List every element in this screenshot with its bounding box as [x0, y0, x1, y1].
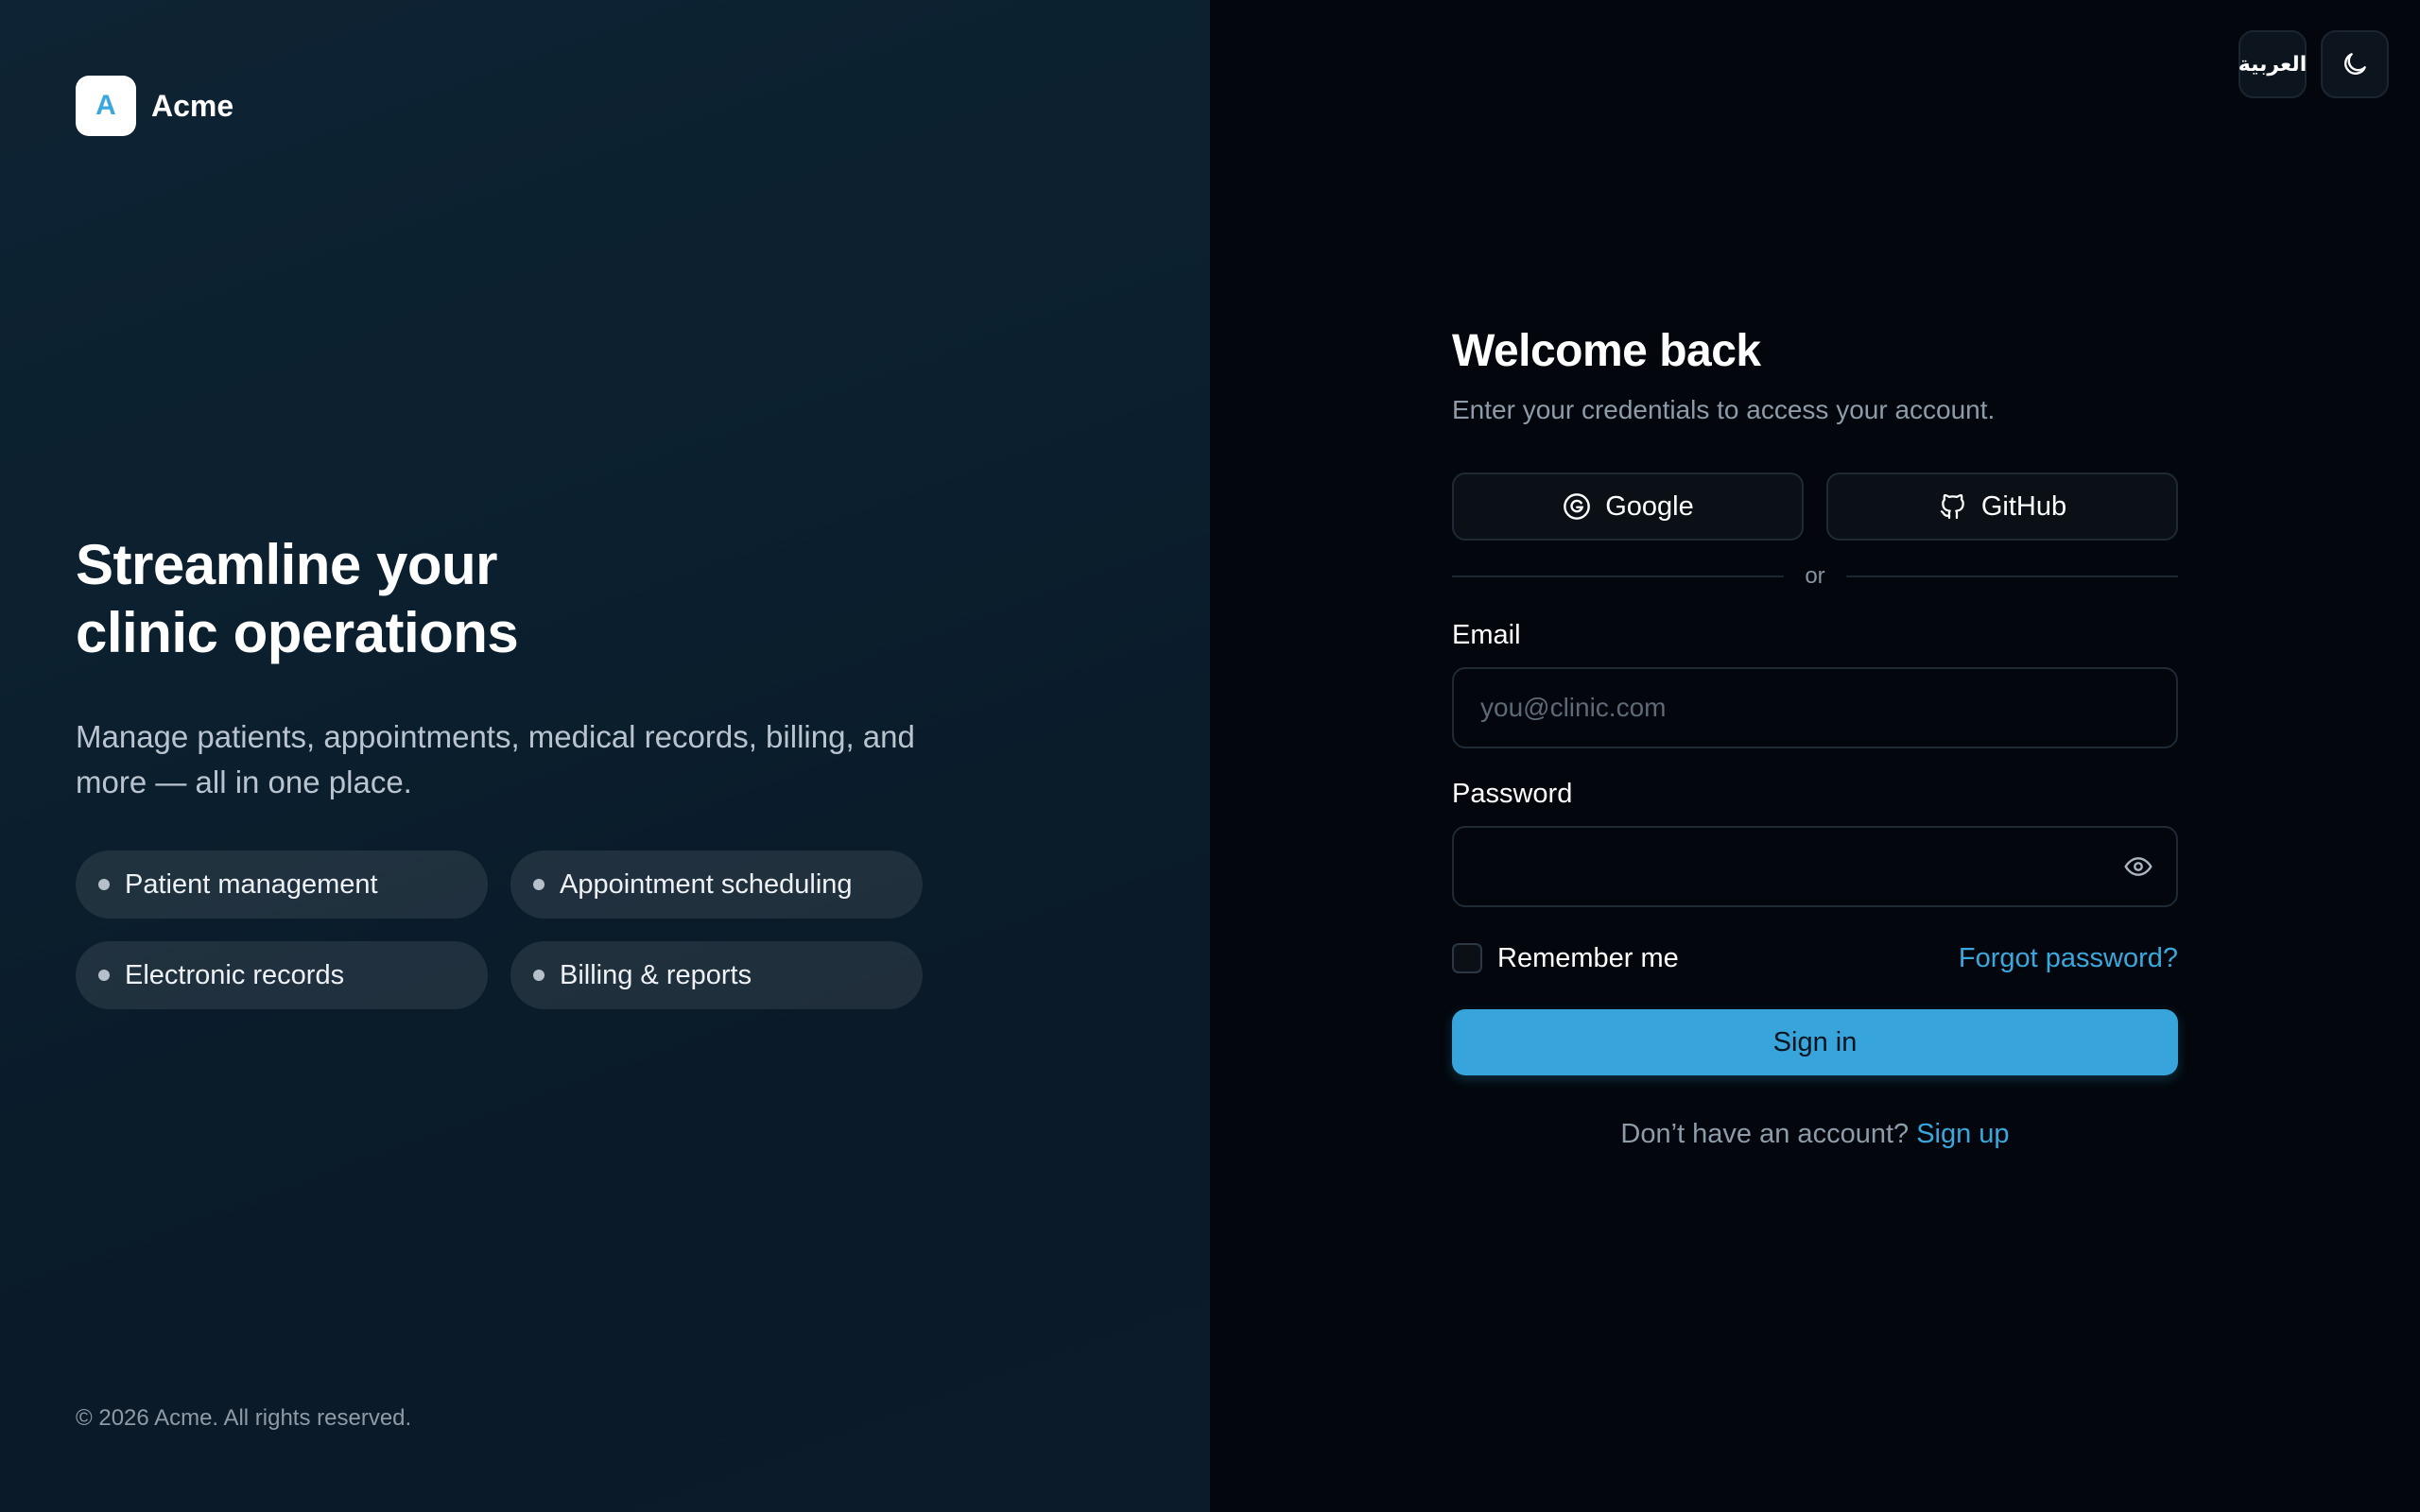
bullet-dot-icon	[533, 970, 544, 981]
remember-forgot-row: Remember me Forgot password?	[1452, 939, 2178, 977]
signup-prompt-text: Don’t have an account?	[1620, 1119, 1910, 1149]
github-label: GitHub	[1980, 490, 2067, 522]
feature-label: Appointment scheduling	[560, 868, 853, 900]
forgot-password-link[interactable]: Forgot password?	[1959, 943, 2178, 974]
feature-chip: Appointment scheduling	[510, 850, 923, 919]
brand[interactable]: A Acme	[76, 76, 233, 136]
password-field-wrapper	[1452, 826, 2178, 907]
social-login-row: Google GitHub	[1452, 472, 2178, 541]
brand-logo: A	[76, 76, 136, 136]
feature-label: Electronic records	[125, 959, 345, 990]
remember-me-label: Remember me	[1497, 942, 1679, 973]
google-icon	[1564, 493, 1591, 520]
password-label: Password	[1452, 779, 1573, 809]
language-toggle-button[interactable]: العربية	[2238, 30, 2307, 98]
google-signin-button[interactable]: Google	[1452, 472, 1804, 541]
feature-chip: Patient management	[76, 850, 488, 919]
hero-title-line-1: Streamline your	[76, 533, 498, 596]
github-icon	[1940, 493, 1964, 520]
github-signin-button[interactable]: GitHub	[1826, 472, 2178, 541]
sign-up-link[interactable]: Sign up	[1916, 1119, 2009, 1149]
email-label: Email	[1452, 620, 1521, 650]
show-password-button[interactable]	[2121, 850, 2155, 884]
bullet-dot-icon	[98, 970, 110, 981]
or-divider: or	[1452, 563, 2178, 590]
remember-me-checkbox[interactable]	[1452, 943, 1482, 973]
login-form: Welcome back Enter your credentials to a…	[1452, 321, 2178, 1150]
sign-in-button[interactable]: Sign in	[1452, 1009, 2178, 1075]
feature-chip: Electronic records	[76, 941, 488, 1009]
divider-line	[1845, 576, 2178, 577]
copyright-text: © 2026 Acme. All rights reserved.	[76, 1405, 412, 1431]
feature-label: Patient management	[125, 868, 378, 900]
bullet-dot-icon	[533, 879, 544, 890]
login-subtitle: Enter your credentials to access your ac…	[1452, 395, 1996, 424]
email-field-wrapper	[1452, 667, 2178, 748]
eye-icon	[2124, 857, 2152, 876]
bullet-dot-icon	[98, 879, 110, 890]
email-field[interactable]	[1452, 667, 2178, 748]
login-title: Welcome back	[1452, 326, 1761, 376]
feature-label: Billing & reports	[560, 959, 752, 990]
google-label: Google	[1605, 490, 1694, 522]
hero-description: Manage patients, appointments, medical r…	[76, 719, 915, 799]
moon-icon	[2344, 53, 2366, 75]
hero-title: Streamline your clinic operations	[76, 531, 926, 667]
hero-title-line-2: clinic operations	[76, 601, 519, 664]
remember-me[interactable]: Remember me	[1452, 943, 1679, 974]
signup-prompt: Don’t have an account? Sign up	[1452, 1119, 2178, 1150]
theme-toggle-button[interactable]	[2321, 30, 2389, 98]
marketing-panel: A Acme Streamline your clinic operations…	[0, 0, 1210, 1512]
feature-list: Patient management Appointment schedulin…	[76, 850, 923, 1009]
password-field[interactable]	[1452, 826, 2178, 907]
divider-text: or	[1805, 563, 1825, 589]
brand-name: Acme	[151, 88, 234, 123]
feature-chip: Billing & reports	[510, 941, 923, 1009]
divider-line	[1452, 576, 1785, 577]
